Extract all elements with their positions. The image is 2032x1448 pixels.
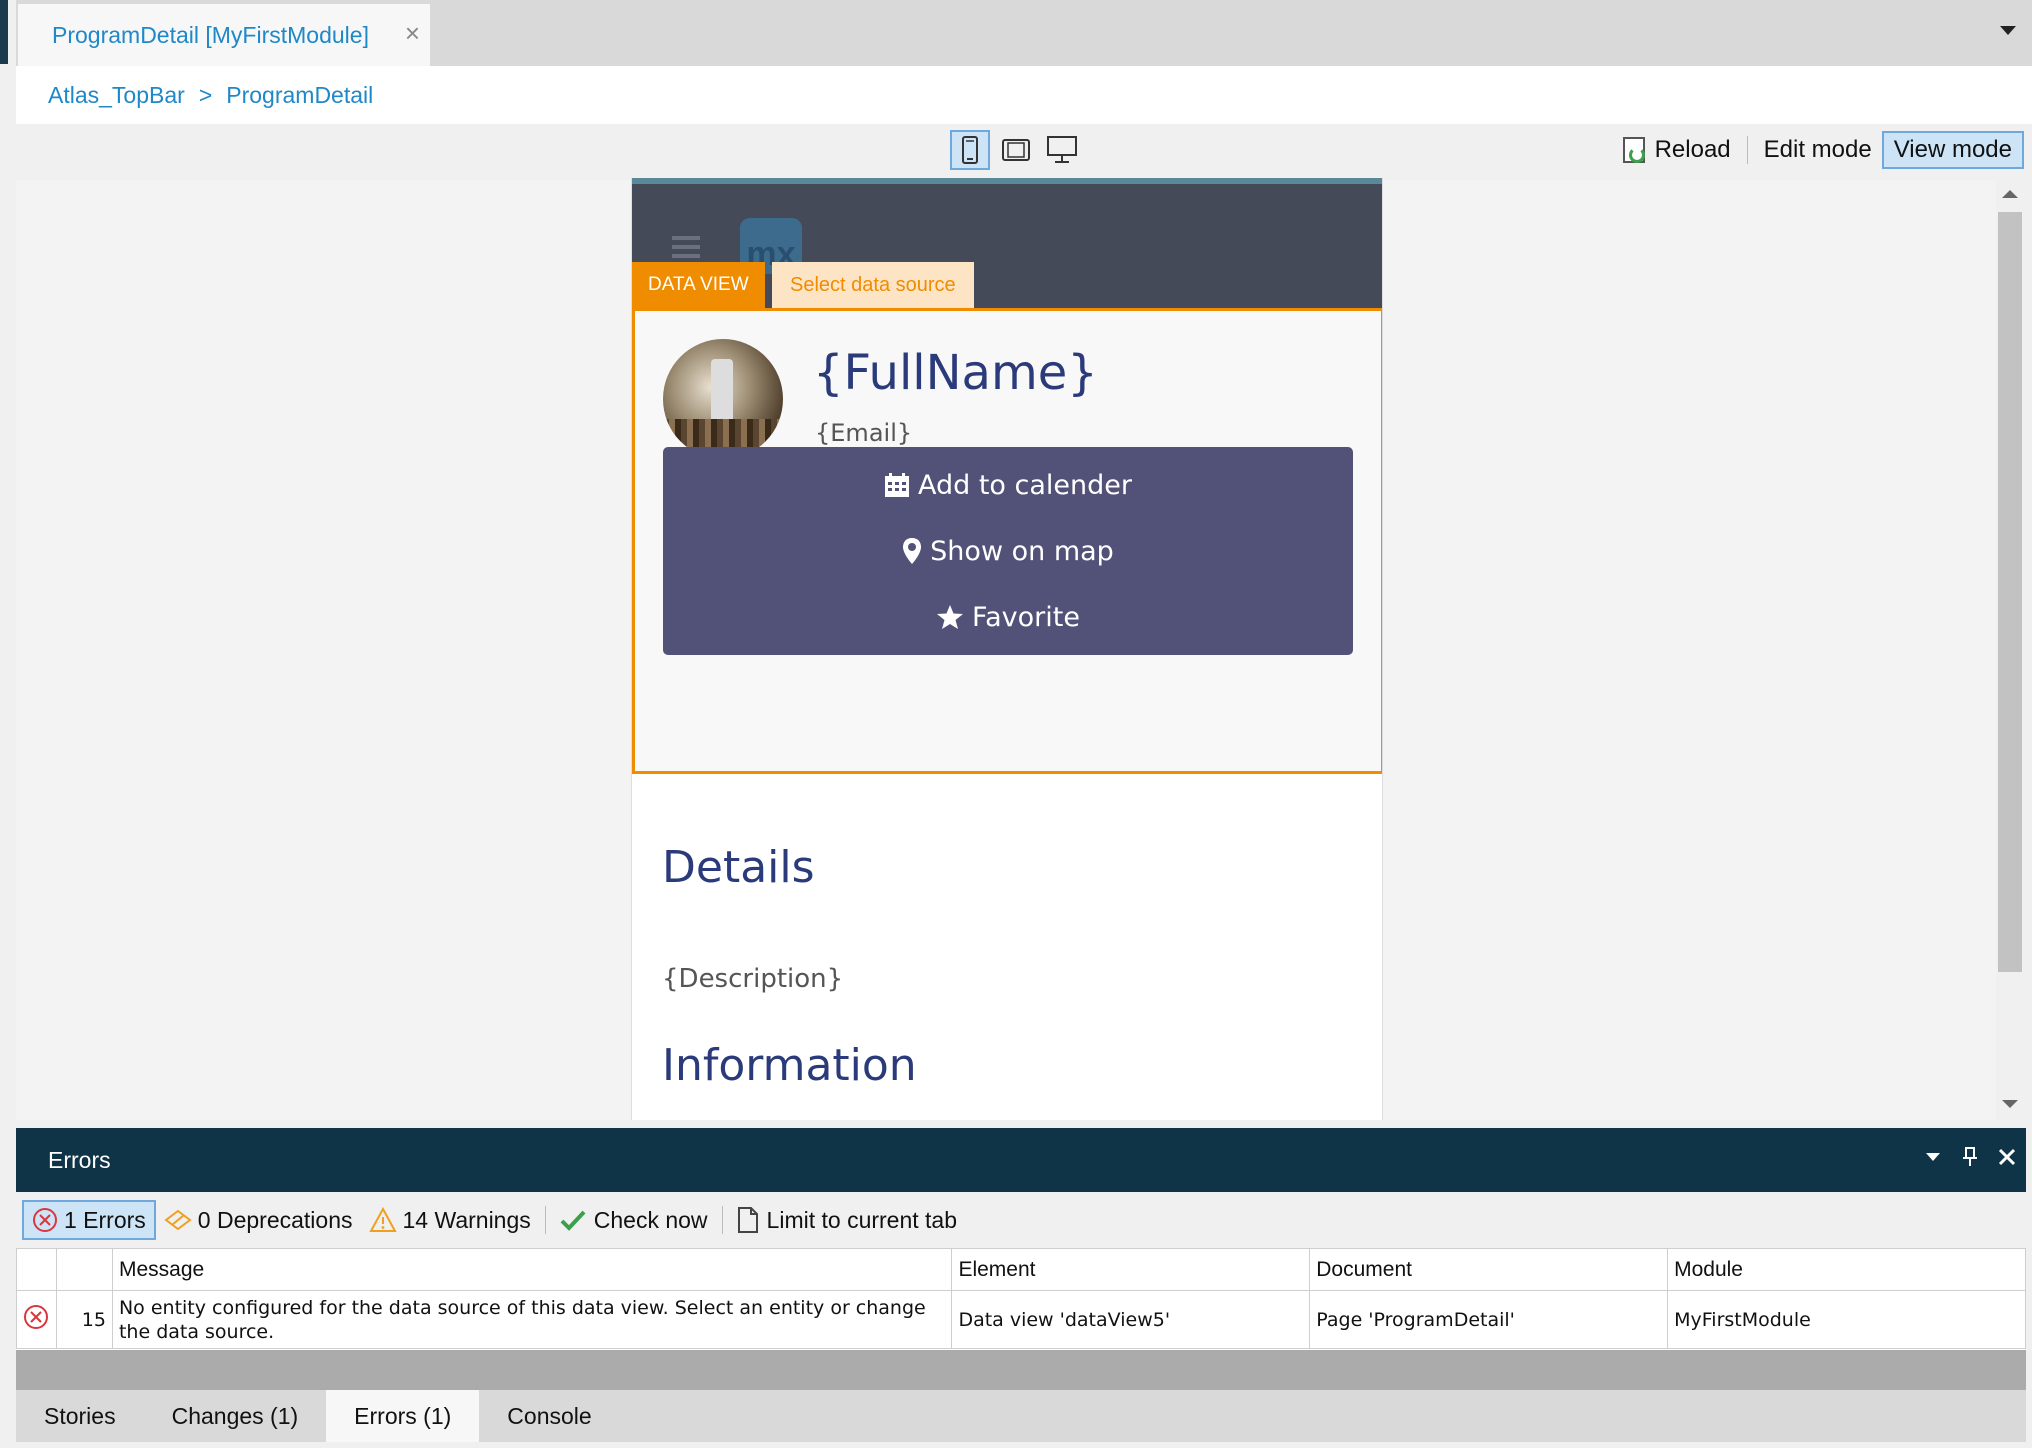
errors-pane: Errors 1 Errors 0 Deprecations 14 Warnin… bbox=[16, 1128, 2026, 1390]
tab-console[interactable]: Console bbox=[479, 1390, 619, 1442]
favorite-label: Favorite bbox=[972, 601, 1080, 633]
errors-filter-toggle[interactable]: 1 Errors bbox=[22, 1200, 156, 1240]
side-strip bbox=[0, 0, 8, 64]
document-tab-label: ProgramDetail [MyFirstModule] bbox=[52, 21, 369, 48]
errors-pane-header: Errors bbox=[16, 1128, 2026, 1192]
edit-mode-label: Edit mode bbox=[1763, 136, 1872, 163]
icon-column-header[interactable] bbox=[16, 1248, 57, 1291]
view-mode-button[interactable]: View mode bbox=[1881, 131, 2024, 169]
tab-stories[interactable]: Stories bbox=[16, 1390, 144, 1442]
document-tabbar: ProgramDetail [MyFirstModule] × bbox=[16, 0, 2032, 66]
deprecations-filter-label: 0 Deprecations bbox=[197, 1206, 353, 1233]
breadcrumb: Atlas_TopBar > ProgramDetail bbox=[16, 66, 2032, 124]
message-column-header[interactable]: Message bbox=[111, 1248, 953, 1291]
view-mode-controls: Reload Edit mode View mode bbox=[1613, 130, 2024, 170]
errors-filter-toolbar: 1 Errors 0 Deprecations 14 Warnings Chec… bbox=[16, 1192, 2026, 1248]
tab-changes[interactable]: Changes (1) bbox=[144, 1390, 327, 1442]
full-name-text[interactable]: {FullName} bbox=[813, 345, 1098, 401]
information-heading[interactable]: Information bbox=[662, 1040, 917, 1091]
edit-mode-button[interactable]: Edit mode bbox=[1754, 131, 1882, 169]
limit-to-current-tab-toggle[interactable]: Limit to current tab bbox=[729, 1200, 965, 1240]
deprecation-icon bbox=[164, 1209, 192, 1231]
studio-window: ProgramDetail [MyFirstModule] × Atlas_To… bbox=[0, 0, 2032, 1448]
toolbar-divider bbox=[721, 1206, 723, 1234]
phone-icon bbox=[962, 136, 978, 164]
hamburger-menu-icon[interactable] bbox=[672, 236, 700, 258]
show-on-map-label: Show on map bbox=[930, 535, 1114, 567]
scrollbar-thumb[interactable] bbox=[1998, 212, 2022, 972]
tab-list-dropdown-icon[interactable] bbox=[2000, 26, 2016, 35]
scroll-up-icon[interactable] bbox=[2002, 190, 2018, 198]
warning-triangle-icon bbox=[368, 1207, 397, 1232]
description-text[interactable]: {Description} bbox=[662, 964, 843, 994]
close-icon[interactable]: × bbox=[405, 20, 420, 46]
page-editor-toolbar: Reload Edit mode View mode bbox=[16, 124, 2032, 180]
reload-label: Reload bbox=[1654, 136, 1731, 163]
select-data-source-link[interactable]: Select data source bbox=[772, 262, 974, 308]
error-code-cell: 15 bbox=[55, 1290, 113, 1349]
module-column-header[interactable]: Module bbox=[1667, 1248, 2026, 1291]
desktop-icon bbox=[1047, 136, 1077, 163]
error-document-cell: Page 'ProgramDetail' bbox=[1309, 1290, 1669, 1349]
tablet-icon bbox=[1002, 139, 1030, 161]
errors-table-header: Message Element Document Module bbox=[16, 1248, 2026, 1291]
add-to-calendar-label: Add to calender bbox=[917, 469, 1132, 501]
limit-to-current-tab-label: Limit to current tab bbox=[766, 1206, 958, 1233]
error-module-cell: MyFirstModule bbox=[1667, 1290, 2026, 1349]
data-view-label[interactable]: DATA VIEW bbox=[632, 262, 765, 308]
pin-icon[interactable] bbox=[1962, 1146, 1978, 1168]
document-tab-programdetail[interactable]: ProgramDetail [MyFirstModule] × bbox=[18, 4, 430, 66]
errors-pane-title: Errors bbox=[48, 1146, 111, 1173]
error-message-cell: No entity configured for the data source… bbox=[111, 1290, 953, 1349]
add-to-calendar-button[interactable]: Add to calender bbox=[663, 447, 1353, 523]
map-marker-icon bbox=[903, 538, 922, 564]
calendar-icon bbox=[884, 473, 909, 497]
avatar bbox=[663, 339, 783, 459]
element-column-header[interactable]: Element bbox=[951, 1248, 1311, 1291]
canvas-scrollbar[interactable] bbox=[1996, 180, 2032, 1120]
bottom-pane-tabs: Stories Changes (1) Errors (1) Console bbox=[16, 1390, 2026, 1442]
data-view[interactable]: {FullName} {Email} Add to calender Show … bbox=[632, 308, 1382, 774]
phone-view-button[interactable] bbox=[950, 130, 990, 170]
toolbar-divider bbox=[1746, 136, 1748, 164]
check-now-button[interactable]: Check now bbox=[552, 1200, 716, 1240]
error-circle-icon bbox=[24, 1305, 48, 1329]
star-icon bbox=[937, 605, 964, 629]
phone-preview: mx DATA VIEW Select data source {FullNam… bbox=[631, 178, 1383, 1120]
table-row[interactable]: 15 No entity configured for the data sou… bbox=[16, 1290, 2026, 1349]
reload-icon bbox=[1622, 137, 1645, 163]
reload-button[interactable]: Reload bbox=[1613, 131, 1741, 169]
code-column-header[interactable] bbox=[55, 1248, 113, 1291]
close-pane-icon[interactable] bbox=[1998, 1148, 2016, 1166]
view-mode-label: View mode bbox=[1893, 136, 2012, 163]
tab-errors[interactable]: Errors (1) bbox=[326, 1390, 480, 1442]
check-now-label: Check now bbox=[593, 1206, 708, 1233]
toolbar-divider bbox=[544, 1206, 546, 1234]
breadcrumb-parent-link[interactable]: Atlas_TopBar bbox=[48, 82, 185, 109]
warnings-filter-toggle[interactable]: 14 Warnings bbox=[361, 1200, 539, 1240]
errors-table-empty-area bbox=[16, 1350, 2026, 1390]
errors-filter-label: 1 Errors bbox=[64, 1206, 146, 1233]
pane-controls bbox=[1924, 1146, 2016, 1168]
scroll-down-icon[interactable] bbox=[2002, 1100, 2018, 1108]
show-on-map-button[interactable]: Show on map bbox=[663, 513, 1353, 589]
errors-table: Message Element Document Module 15 No en… bbox=[16, 1248, 2026, 1349]
email-text[interactable]: {Email} bbox=[815, 419, 912, 447]
deprecations-filter-toggle[interactable]: 0 Deprecations bbox=[156, 1200, 361, 1240]
error-element-cell: Data view 'dataView5' bbox=[951, 1290, 1311, 1349]
tablet-view-button[interactable] bbox=[996, 130, 1036, 170]
breadcrumb-separator: > bbox=[198, 81, 213, 108]
pane-dropdown-icon[interactable] bbox=[1924, 1151, 1942, 1163]
details-heading[interactable]: Details bbox=[662, 842, 815, 893]
document-column-header[interactable]: Document bbox=[1309, 1248, 1669, 1291]
breadcrumb-current-link[interactable]: ProgramDetail bbox=[226, 82, 373, 109]
error-circle-icon bbox=[33, 1208, 57, 1232]
desktop-view-button[interactable] bbox=[1042, 130, 1082, 170]
document-icon bbox=[737, 1207, 758, 1233]
warnings-filter-label: 14 Warnings bbox=[402, 1206, 531, 1233]
checkmark-icon bbox=[560, 1210, 586, 1231]
favorite-button[interactable]: Favorite bbox=[663, 579, 1353, 655]
error-row-icon-cell bbox=[16, 1290, 57, 1349]
